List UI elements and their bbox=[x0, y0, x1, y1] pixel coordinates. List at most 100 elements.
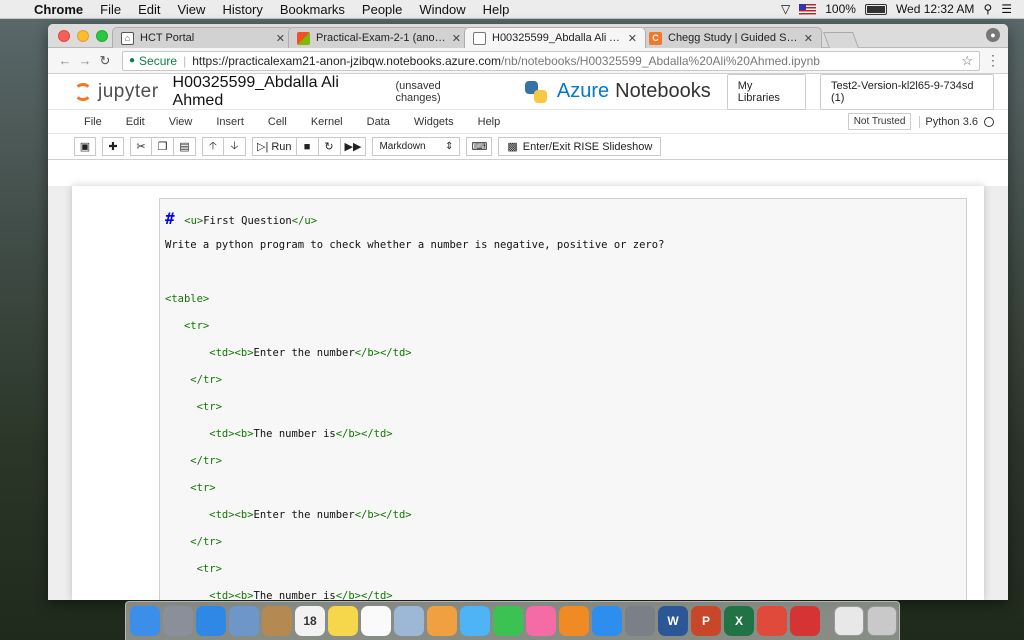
browser-menu-icon[interactable]: ⋮ bbox=[986, 52, 1000, 69]
safari-icon[interactable] bbox=[196, 606, 226, 636]
new-tab-button[interactable] bbox=[823, 32, 859, 48]
itunes-icon[interactable] bbox=[526, 606, 556, 636]
tab-practical-exam[interactable]: Practical-Exam-2-1 (anon-jzib ✕ bbox=[288, 27, 470, 48]
html-tag-token: <u> bbox=[184, 215, 204, 227]
tab-notebook[interactable]: H00325599_Abdalla Ali Ahmed ✕ bbox=[464, 27, 646, 48]
excel-icon[interactable]: X bbox=[724, 606, 754, 636]
ibooks-icon[interactable] bbox=[559, 606, 589, 636]
run-button[interactable]: ▷| Run bbox=[252, 137, 297, 156]
trash-icon[interactable] bbox=[867, 606, 897, 636]
restart-run-all-icon[interactable]: ▶▶ bbox=[340, 137, 367, 156]
system-preferences-icon[interactable] bbox=[625, 606, 655, 636]
restart-icon[interactable]: ↻ bbox=[318, 137, 341, 156]
menu-window[interactable]: Window bbox=[419, 2, 465, 17]
notes-icon[interactable] bbox=[328, 606, 358, 636]
jupyter-logo-text: jupyter bbox=[98, 80, 159, 102]
trust-status-button[interactable]: Not Trusted bbox=[847, 113, 912, 130]
html-tag-token: <tr> bbox=[183, 320, 210, 332]
move-up-icon[interactable]: 🡡 bbox=[202, 137, 224, 156]
jupyter-logo[interactable]: jupyter bbox=[74, 81, 159, 103]
menu-edit[interactable]: Edit bbox=[138, 2, 160, 17]
word-icon[interactable]: W bbox=[658, 606, 688, 636]
menu-history[interactable]: History bbox=[222, 2, 262, 17]
keyboard-icon[interactable]: ⌨ bbox=[466, 137, 493, 156]
azure-brand-text: Azure bbox=[556, 80, 610, 102]
run-icon: ▷| bbox=[257, 141, 269, 153]
nb-menu-data[interactable]: Data bbox=[367, 116, 390, 128]
notebook-name[interactable]: H00325599_Abdalla Ali Ahmed bbox=[173, 74, 384, 110]
contacts-icon[interactable] bbox=[262, 606, 292, 636]
nb-menu-cell[interactable]: Cell bbox=[268, 116, 287, 128]
rise-slideshow-button[interactable]: ▩ Enter/Exit RISE Slideshow bbox=[498, 137, 662, 156]
nb-menu-insert[interactable]: Insert bbox=[216, 116, 244, 128]
menu-people[interactable]: People bbox=[362, 2, 402, 17]
code-line: Write a python program to check whether … bbox=[165, 232, 961, 259]
menu-bookmarks[interactable]: Bookmarks bbox=[280, 2, 345, 17]
back-arrow-icon[interactable]: ← bbox=[56, 53, 74, 68]
nb-menu-widgets[interactable]: Widgets bbox=[414, 116, 454, 128]
photos-icon[interactable] bbox=[427, 606, 457, 636]
close-tab-icon[interactable]: ✕ bbox=[804, 32, 813, 45]
spotlight-icon[interactable]: ⚲ bbox=[983, 2, 992, 16]
paste-icon[interactable]: ▤ bbox=[174, 137, 196, 156]
reload-icon[interactable]: ↻ bbox=[96, 53, 114, 69]
tab-title: Chegg Study | Guided Solution bbox=[668, 32, 800, 44]
wifi-icon[interactable]: ▽ bbox=[781, 2, 790, 16]
messages-icon[interactable] bbox=[460, 606, 490, 636]
move-down-icon[interactable]: 🡣 bbox=[224, 137, 246, 156]
url-input[interactable]: ● Secure | https://practicalexam21-anon-… bbox=[122, 50, 980, 71]
powerpoint-icon[interactable]: P bbox=[691, 606, 721, 636]
mail-stamp-icon[interactable] bbox=[229, 606, 259, 636]
clock[interactable]: Wed 12:32 AM bbox=[896, 2, 975, 16]
reminders-icon[interactable] bbox=[361, 606, 391, 636]
flashcard-icon[interactable] bbox=[790, 606, 820, 636]
forward-arrow-icon[interactable]: → bbox=[76, 53, 94, 68]
preview-icon[interactable] bbox=[394, 606, 424, 636]
nb-menu-view[interactable]: View bbox=[169, 116, 193, 128]
lock-icon[interactable]: ● bbox=[129, 55, 135, 66]
finder-icon[interactable] bbox=[130, 606, 160, 636]
insert-cell-icon[interactable]: ✚ bbox=[102, 137, 124, 156]
nb-menu-kernel[interactable]: Kernel bbox=[311, 116, 343, 128]
chrome-icon[interactable] bbox=[757, 606, 787, 636]
notebook-page: # <u>First Question</u> Write a python pr… bbox=[72, 186, 984, 600]
mac-menu-bar: Chrome File Edit View History Bookmarks … bbox=[0, 0, 1024, 19]
interrupt-icon[interactable]: ■ bbox=[296, 137, 319, 156]
tab-chegg[interactable]: C Chegg Study | Guided Solution ✕ bbox=[640, 27, 822, 48]
facetime-icon[interactable] bbox=[493, 606, 523, 636]
bookmark-star-icon[interactable]: ☆ bbox=[961, 53, 973, 69]
markdown-cell-editor[interactable]: # <u>First Question</u> Write a python pr… bbox=[159, 198, 967, 600]
copy-icon[interactable]: ❐ bbox=[152, 137, 174, 156]
nb-menu-help[interactable]: Help bbox=[478, 116, 501, 128]
tab-hct-portal[interactable]: ⌂ HCT Portal ✕ bbox=[112, 27, 294, 48]
input-source-flag-icon[interactable] bbox=[799, 3, 817, 15]
battery-icon[interactable] bbox=[864, 3, 887, 15]
calendar-icon[interactable]: 18 bbox=[295, 606, 325, 636]
close-tab-icon[interactable]: ✕ bbox=[628, 32, 637, 45]
close-tab-icon[interactable]: ✕ bbox=[452, 32, 461, 45]
close-tab-icon[interactable]: ✕ bbox=[276, 32, 285, 45]
my-libraries-button[interactable]: My Libraries bbox=[726, 73, 807, 110]
zoom-window-button[interactable] bbox=[96, 30, 108, 42]
launchpad-icon[interactable] bbox=[163, 606, 193, 636]
library-button[interactable]: Test2-Version-kl2l65-9-734sd (1) bbox=[820, 73, 994, 110]
profile-icon[interactable]: ● bbox=[986, 28, 1000, 42]
menu-app-name[interactable]: Chrome bbox=[34, 2, 83, 17]
downloads-stack-icon[interactable] bbox=[834, 606, 864, 636]
azure-notebooks-brand[interactable]: Azure Notebooks bbox=[524, 80, 711, 103]
code-line: <td><b>Enter the number</b></td> bbox=[165, 340, 961, 367]
cut-icon[interactable]: ✂ bbox=[130, 137, 152, 156]
kernel-indicator[interactable]: Python 3.6 bbox=[919, 115, 994, 128]
appstore-icon[interactable] bbox=[592, 606, 622, 636]
minimize-window-button[interactable] bbox=[77, 30, 89, 42]
nb-menu-edit[interactable]: Edit bbox=[126, 116, 145, 128]
close-window-button[interactable] bbox=[58, 30, 70, 42]
save-icon[interactable]: ▣ bbox=[74, 137, 96, 156]
html-tag-token: <td><b> bbox=[209, 509, 254, 521]
menu-view[interactable]: View bbox=[177, 2, 205, 17]
nb-menu-file[interactable]: File bbox=[84, 116, 102, 128]
cell-type-select[interactable]: Markdown ⇕ bbox=[372, 137, 461, 156]
menu-help[interactable]: Help bbox=[483, 2, 510, 17]
notification-center-icon[interactable]: ☰ bbox=[1001, 2, 1012, 16]
menu-file[interactable]: File bbox=[100, 2, 121, 17]
